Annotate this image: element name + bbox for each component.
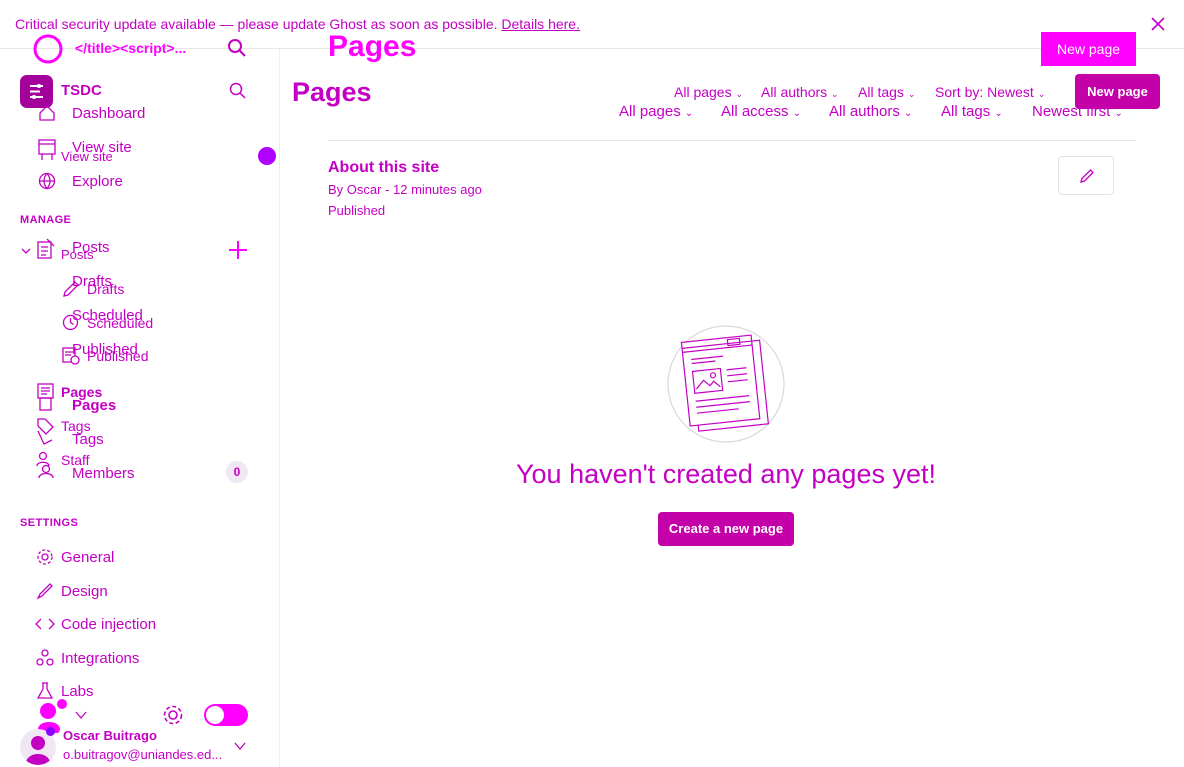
nav-posts-overlap[interactable]: Posts	[61, 247, 94, 262]
close-icon[interactable]	[1150, 16, 1166, 32]
page-item-meta: By Oscar - 12 minutes ago	[328, 182, 482, 197]
tag-icon	[36, 417, 56, 445]
chevron-down-icon: ⌄	[1114, 108, 1123, 119]
sort-label: Sort by: Newest	[935, 84, 1034, 100]
gear-icon	[36, 548, 54, 566]
page-item-title[interactable]: About this site	[328, 159, 439, 177]
empty-state-message: You haven't created any pages yet!	[516, 459, 936, 489]
order-label: Newest first	[1032, 103, 1111, 120]
edit-page-button[interactable]	[1058, 156, 1114, 195]
nav-pages[interactable]: Pages	[72, 397, 116, 414]
page-title: Pages	[292, 77, 372, 107]
view-site-icon	[38, 139, 56, 161]
published-icon	[62, 347, 80, 365]
settings-section-header: SETTINGS	[20, 517, 79, 529]
night-mode-toggle[interactable]	[204, 704, 248, 726]
settings-code-injection[interactable]: Code injection	[61, 616, 156, 633]
brush-icon	[36, 582, 54, 600]
filter-authors-dropdown[interactable]: All authors ⌄	[761, 84, 839, 100]
chevron-down-icon[interactable]	[74, 709, 88, 721]
filter-authors-label-2: All authors	[829, 103, 900, 120]
banner-details-link[interactable]: Details here.	[501, 16, 580, 32]
sort-dropdown[interactable]: Sort by: Newest ⌄	[935, 84, 1045, 100]
search-icon[interactable]	[227, 38, 247, 58]
chevron-down-icon: ⌄	[907, 89, 916, 99]
chevron-down-icon: ⌄	[831, 89, 839, 99]
nav-tags-overlap[interactable]: Tags	[72, 431, 104, 448]
members-count-badge: 0	[226, 461, 248, 483]
brand-name[interactable]: TSDC	[61, 82, 102, 99]
pages-icon	[37, 383, 55, 411]
chevron-down-icon: ⌄	[792, 108, 802, 119]
chevron-down-icon[interactable]	[233, 740, 247, 752]
posts-icon	[37, 238, 55, 260]
chevron-down-icon: ⌄	[994, 108, 1003, 119]
user-name: Oscar Buitrago	[63, 728, 157, 743]
settings-labs[interactable]: Labs	[61, 683, 94, 700]
user-email: o.buitragov@uniandes.ed...	[63, 747, 223, 762]
settings-design[interactable]: Design	[61, 583, 108, 600]
status-dot	[258, 147, 276, 165]
filter-type-dropdown-2[interactable]: All pages ⌄	[619, 103, 693, 120]
nav-dashboard[interactable]: Dashboard	[72, 105, 145, 122]
banner-message: Critical security update available — ple…	[15, 16, 580, 32]
list-divider	[328, 140, 1136, 141]
site-logo-ring-icon	[32, 33, 64, 65]
pencil-icon	[1080, 169, 1094, 183]
nav-members[interactable]: Members	[72, 465, 135, 482]
page-title-ghost: Pages	[328, 30, 417, 63]
filter-tags-dropdown-2[interactable]: All tags ⌄	[941, 103, 1003, 120]
filter-type-dropdown[interactable]: All pages ⌄	[674, 84, 743, 100]
members-icon	[36, 451, 58, 479]
chevron-down-icon: ⌄	[904, 108, 913, 119]
avatar-status-dot	[46, 727, 55, 736]
settings-general[interactable]: General	[61, 549, 114, 566]
banner-text: Critical security update available — ple…	[15, 16, 498, 32]
pencil-icon	[62, 280, 80, 298]
chevron-down-icon[interactable]	[20, 245, 32, 257]
page-item-status: Published	[328, 203, 386, 218]
search-icon[interactable]	[229, 82, 247, 100]
order-dropdown[interactable]: Newest first ⌄	[1032, 103, 1123, 120]
settings-integrations[interactable]: Integrations	[61, 650, 139, 667]
empty-pages-illustration	[666, 324, 786, 444]
new-page-button-ghost[interactable]: New page	[1041, 32, 1136, 66]
create-new-page-button[interactable]: Create a new page	[658, 512, 794, 546]
flask-icon	[36, 682, 54, 700]
chevron-down-icon: ⌄	[1037, 89, 1046, 99]
nav-scheduled-overlap[interactable]: Scheduled	[87, 315, 153, 331]
site-title[interactable]: </title><script>...	[75, 40, 186, 56]
settings-gear-icon[interactable]	[162, 704, 184, 726]
manage-section-header: MANAGE	[20, 214, 72, 226]
add-post-icon[interactable]	[228, 240, 248, 260]
integrations-icon	[36, 649, 54, 667]
nav-published-overlap[interactable]: Published	[87, 348, 149, 364]
nav-drafts-overlap[interactable]: Drafts	[87, 281, 124, 297]
filter-tags-dropdown[interactable]: All tags ⌄	[858, 84, 915, 100]
clock-icon	[62, 314, 79, 331]
filter-access-dropdown[interactable]: All access ⌄	[721, 103, 801, 120]
home-icon	[38, 104, 56, 122]
filter-tags-label-2: All tags	[941, 103, 991, 120]
toggle-knob	[206, 706, 224, 724]
filter-authors-label: All authors	[761, 84, 828, 100]
globe-icon	[38, 172, 56, 190]
code-icon	[35, 616, 55, 632]
filter-access-label: All access	[721, 103, 789, 120]
filter-type-label-2: All pages	[619, 103, 681, 120]
nav-explore[interactable]: Explore	[72, 173, 123, 190]
chevron-down-icon: ⌄	[735, 89, 744, 99]
filter-tags-label: All tags	[858, 84, 904, 100]
filter-authors-dropdown-2[interactable]: All authors ⌄	[829, 103, 912, 120]
nav-view-site-overlap[interactable]: View site	[61, 149, 113, 164]
chevron-down-icon: ⌄	[684, 108, 694, 119]
filter-type-label: All pages	[674, 84, 732, 100]
